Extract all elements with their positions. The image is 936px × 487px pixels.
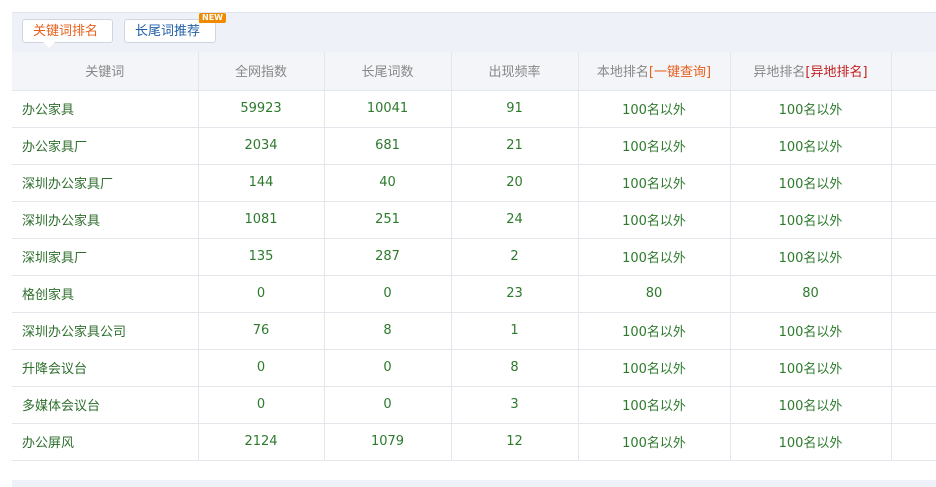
col-keyword: 关键词	[12, 52, 199, 91]
local-rank-label: 本地排名	[596, 65, 649, 81]
keyword-cell[interactable]: 多媒体会议台	[12, 386, 199, 424]
frequency-cell: 12	[451, 423, 579, 461]
remote-rank-cell: 100名以外	[730, 238, 892, 276]
col-longtail-count: 长尾词数	[324, 52, 452, 91]
longtail-cell: 287	[324, 238, 452, 276]
remote-rank-cell: 100名以外	[730, 423, 892, 461]
tab-keyword-rank[interactable]: 关键词排名	[22, 19, 113, 48]
frequency-cell: 21	[451, 127, 579, 165]
local-rank-cell: 100名以外	[578, 238, 731, 276]
extra-cell	[891, 201, 936, 239]
longtail-cell: 0	[324, 349, 452, 387]
table-row: 深圳办公家具厂 144 40 20 100名以外 100名以外	[12, 164, 936, 202]
longtail-cell: 681	[324, 127, 452, 165]
frequency-cell: 91	[451, 90, 579, 128]
index-cell: 135	[198, 238, 325, 276]
index-cell: 0	[198, 349, 325, 387]
table-row: 深圳办公家具公司 76 8 1 100名以外 100名以外	[12, 312, 936, 350]
keyword-cell[interactable]: 深圳办公家具	[12, 201, 199, 239]
local-rank-cell: 100名以外	[578, 164, 731, 202]
table-row: 升降会议台 0 0 8 100名以外 100名以外	[12, 349, 936, 387]
remote-rank-cell: 100名以外	[730, 201, 892, 239]
extra-cell	[891, 312, 936, 350]
keyword-cell[interactable]: 办公家具厂	[12, 127, 199, 165]
index-cell: 2034	[198, 127, 325, 165]
remote-rank-cell: 100名以外	[730, 164, 892, 202]
index-cell: 59923	[198, 90, 325, 128]
table-row: 深圳家具厂 135 287 2 100名以外 100名以外	[12, 238, 936, 276]
extra-cell	[891, 90, 936, 128]
longtail-cell: 8	[324, 312, 452, 350]
table-row: 办公家具厂 2034 681 21 100名以外 100名以外	[12, 127, 936, 165]
remote-rank-cell: 100名以外	[730, 90, 892, 128]
local-rank-cell: 100名以外	[578, 386, 731, 424]
local-rank-cell: 100名以外	[578, 90, 731, 128]
table-header-row: 关键词 全网指数 长尾词数 出现频率 本地排名[一键查询] 异地排名[异地排名]	[12, 52, 936, 91]
remote-rank-cell: 100名以外	[730, 312, 892, 350]
index-cell: 1081	[198, 201, 325, 239]
index-cell: 144	[198, 164, 325, 202]
extra-cell	[891, 238, 936, 276]
local-rank-cell: 100名以外	[578, 349, 731, 387]
index-cell: 0	[198, 386, 325, 424]
table-row: 多媒体会议台 0 0 3 100名以外 100名以外	[12, 386, 936, 424]
longtail-cell: 1079	[324, 423, 452, 461]
remote-rank-cell: 100名以外	[730, 349, 892, 387]
frequency-cell: 2	[451, 238, 579, 276]
keyword-cell[interactable]: 办公家具	[12, 90, 199, 128]
longtail-cell: 40	[324, 164, 452, 202]
keyword-cell[interactable]: 深圳家具厂	[12, 238, 199, 276]
extra-cell	[891, 275, 936, 313]
frequency-cell: 20	[451, 164, 579, 202]
frequency-cell: 23	[451, 275, 579, 313]
table-row: 办公屏风 2124 1079 12 100名以外 100名以外	[12, 423, 936, 461]
longtail-cell: 0	[324, 275, 452, 313]
tab-bar: 关键词排名 长尾词推荐 NEW	[12, 12, 936, 53]
local-rank-cell: 100名以外	[578, 423, 731, 461]
col-extra	[891, 52, 936, 91]
local-rank-cell: 100名以外	[578, 127, 731, 165]
remote-rank-cell: 100名以外	[730, 386, 892, 424]
table-row: 格创家具 0 0 23 80 80	[12, 275, 936, 313]
extra-cell	[891, 386, 936, 424]
table-row: 办公家具 59923 10041 91 100名以外 100名以外	[12, 90, 936, 128]
local-rank-cell: 100名以外	[578, 312, 731, 350]
longtail-cell: 251	[324, 201, 452, 239]
local-rank-cell: 80	[578, 275, 731, 313]
remote-rank-cell: 80	[730, 275, 892, 313]
col-index: 全网指数	[198, 52, 325, 91]
keyword-cell[interactable]: 办公屏风	[12, 423, 199, 461]
index-cell: 0	[198, 275, 325, 313]
local-rank-cell: 100名以外	[578, 201, 731, 239]
index-cell: 76	[198, 312, 325, 350]
longtail-cell: 10041	[324, 90, 452, 128]
keyword-cell[interactable]: 格创家具	[12, 275, 199, 313]
keyword-cell[interactable]: 深圳办公家具公司	[12, 312, 199, 350]
longtail-cell: 0	[324, 386, 452, 424]
col-frequency: 出现频率	[451, 52, 579, 91]
col-local-rank: 本地排名[一键查询]	[578, 52, 731, 91]
remote-rank-link[interactable]: [异地排名]	[805, 65, 867, 80]
keyword-cell[interactable]: 升降会议台	[12, 349, 199, 387]
frequency-cell: 8	[451, 349, 579, 387]
keyword-table: 关键词 全网指数 长尾词数 出现频率 本地排名[一键查询] 异地排名[异地排名]…	[12, 52, 936, 461]
frequency-cell: 24	[451, 201, 579, 239]
new-badge: NEW	[199, 13, 226, 23]
extra-cell	[891, 127, 936, 165]
remote-rank-label: 异地排名	[753, 65, 806, 81]
one-click-query-link[interactable]: [一键查询]	[649, 65, 711, 80]
keyword-cell[interactable]: 深圳办公家具厂	[12, 164, 199, 202]
remote-rank-cell: 100名以外	[730, 127, 892, 165]
frequency-cell: 1	[451, 312, 579, 350]
table-row: 深圳办公家具 1081 251 24 100名以外 100名以外	[12, 201, 936, 239]
extra-cell	[891, 423, 936, 461]
extra-cell	[891, 349, 936, 387]
frequency-cell: 3	[451, 386, 579, 424]
bottom-toolbar	[12, 480, 936, 487]
index-cell: 2124	[198, 423, 325, 461]
col-remote-rank: 异地排名[异地排名]	[730, 52, 892, 91]
extra-cell	[891, 164, 936, 202]
